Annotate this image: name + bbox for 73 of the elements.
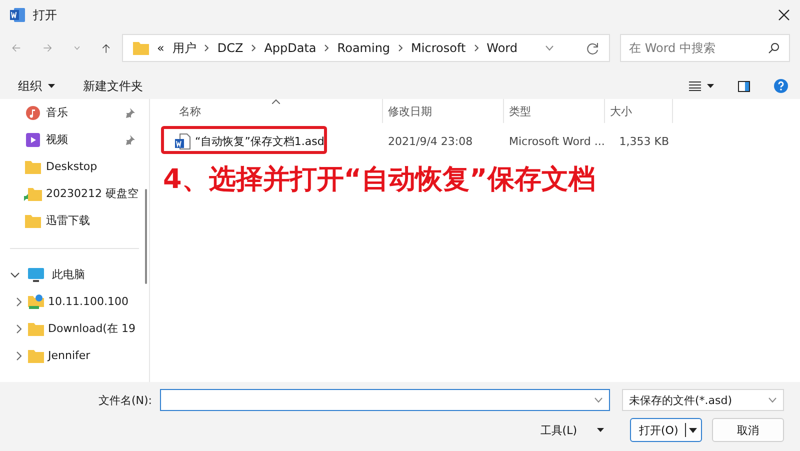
caret-icon (597, 428, 604, 432)
search-field[interactable]: 在 Word 中搜索 (620, 34, 790, 62)
refresh-icon[interactable] (586, 42, 599, 54)
column-header[interactable]: 类型 (504, 99, 605, 123)
computer-icon (28, 268, 44, 282)
open-button[interactable]: 打开(O) (630, 418, 702, 442)
preview-pane-icon[interactable] (738, 80, 750, 92)
new-folder-button[interactable]: 新建文件夹 (79, 76, 147, 96)
caret-icon (48, 84, 55, 88)
app-logo-icon (10, 8, 25, 22)
scrollbar-thumb[interactable] (145, 189, 147, 284)
annotation-text: 4、选择并打开“自动恢复”保存文档 (163, 163, 596, 197)
table-cell-text: Microsoft Word ... (508, 134, 605, 148)
chevron-down-icon (768, 397, 777, 403)
file-name[interactable]: “自动恢复”保存文档1.asd (195, 134, 324, 148)
sidebar-item[interactable]: 视频 (0, 126, 149, 153)
breadcrumb[interactable]: Microsoft (411, 41, 466, 55)
tools-button[interactable]: 工具(L) (534, 418, 610, 442)
window-title: 打开 (33, 6, 58, 24)
breadcrumb[interactable]: 用户 (172, 40, 196, 56)
chevron-down-icon[interactable] (10, 270, 20, 280)
caret-icon (689, 428, 697, 432)
network-folder-icon (28, 294, 44, 309)
sidebar-item[interactable]: 迅雷下载 (0, 207, 149, 234)
file-type-dropdown[interactable]: 未保存的文件(*.asd) (622, 389, 784, 411)
breadcrumb[interactable]: AppData (264, 41, 316, 55)
table-cell-text: 2021/9/4 23:08 (387, 134, 474, 148)
column-header[interactable]: 大小 (605, 99, 673, 123)
organize-button[interactable]: 组织 (14, 76, 59, 96)
breadcrumb[interactable]: DCZ (217, 41, 244, 55)
chevron-right-icon[interactable] (14, 324, 24, 334)
folder-icon (25, 214, 41, 228)
sidebar-item[interactable]: Deskstop (0, 153, 149, 180)
cancel-button[interactable]: 取消 (712, 418, 784, 442)
sidebar-item[interactable]: 20230212 硬盘空 (0, 180, 149, 207)
search-icon[interactable] (768, 42, 780, 54)
chevron-right-icon[interactable] (398, 44, 404, 52)
music-icon (26, 106, 40, 120)
caret-icon[interactable] (707, 84, 714, 88)
column-header[interactable]: 名称 (175, 99, 383, 123)
sidebar-item[interactable]: Download(在 19 (48, 321, 136, 336)
breadcrumb[interactable]: Word (486, 41, 518, 55)
close-icon[interactable] (778, 9, 790, 21)
sidebar-item[interactable]: 10.11.100.100 (48, 295, 128, 308)
breadcrumb[interactable]: Roaming (337, 41, 390, 55)
sort-caret-icon (272, 99, 280, 104)
folder-icon (133, 41, 149, 55)
column-header[interactable]: 修改日期 (383, 99, 504, 123)
shared-folder-icon (24, 186, 42, 202)
chevron-right-icon[interactable] (474, 44, 479, 52)
chevron-right-icon[interactable] (324, 44, 330, 52)
chevron-right-icon[interactable] (14, 350, 24, 360)
file-name-field[interactable] (160, 389, 610, 411)
sidebar-item[interactable]: Jennifer (48, 349, 90, 362)
help-icon[interactable] (774, 79, 788, 93)
film-icon (26, 132, 40, 146)
pin-icon[interactable] (125, 134, 135, 144)
overflow-chevron[interactable]: « (157, 41, 164, 55)
up-arrow-icon[interactable] (102, 42, 110, 54)
chevron-right-icon[interactable] (204, 44, 210, 52)
chevron-right-icon[interactable] (14, 296, 24, 306)
list-view-icon[interactable] (689, 81, 701, 91)
word-file-icon (175, 132, 191, 150)
table-cell-text: 1,353 KB (618, 134, 670, 148)
file-name-label: 文件名(N): (98, 392, 152, 408)
address-bar[interactable]: « 用户 DCZ AppData Roaming Microsoft Word (122, 34, 610, 62)
sidebar-item[interactable]: 音乐 (0, 99, 149, 126)
sidebar-item[interactable]: 此电脑 (52, 267, 85, 282)
chevron-right-icon[interactable] (251, 44, 256, 52)
folder-icon (28, 322, 44, 336)
pin-icon[interactable] (125, 108, 135, 118)
folder-icon (28, 348, 44, 362)
folder-icon (25, 160, 41, 174)
